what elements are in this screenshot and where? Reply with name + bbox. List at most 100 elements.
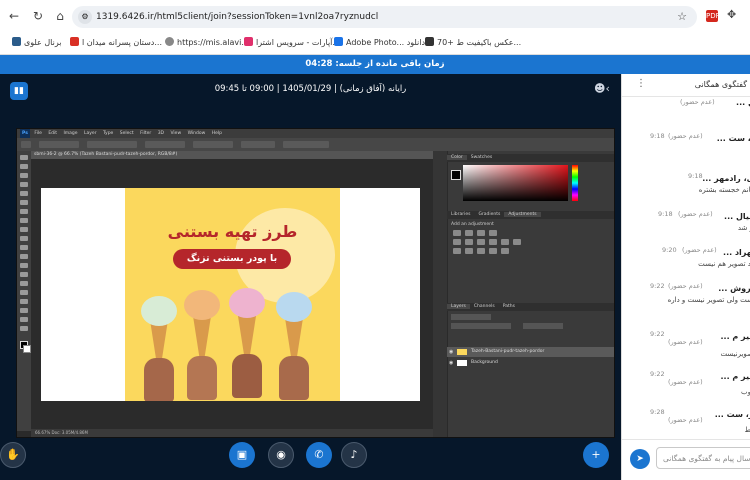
camera-off-button[interactable]: ◉ bbox=[268, 442, 294, 468]
hand-icon: ✋ bbox=[6, 448, 20, 461]
menu-item: Window bbox=[187, 131, 206, 136]
home-icon[interactable]: ⌂ bbox=[52, 8, 68, 24]
message-time: 9:22 bbox=[650, 370, 665, 378]
users-toggle-icon[interactable]: ☻‹ bbox=[594, 82, 610, 95]
adjustment-icon bbox=[465, 248, 473, 254]
bookmark-item[interactable]: Adobe Photo... دانلود bbox=[334, 36, 425, 50]
monitor-icon: ▣ bbox=[236, 448, 248, 461]
hand bbox=[144, 358, 174, 401]
message-text: هست ولی تصویر نیست و داره bbox=[667, 296, 750, 304]
tab-paths: Paths bbox=[502, 304, 515, 309]
send-button[interactable]: ➤ bbox=[630, 449, 650, 469]
ps-status-bar: 66.67% Doc: 3.05M/4.86M bbox=[31, 429, 433, 437]
back-arrow-icon[interactable]: ← bbox=[6, 8, 22, 24]
bookmark-favicon bbox=[334, 37, 343, 46]
message-author: ... فر، ست bbox=[714, 410, 750, 419]
message-status: (عدم حضور) bbox=[668, 338, 703, 346]
raise-hand-button[interactable]: ✋ bbox=[0, 442, 26, 468]
color-swatch bbox=[451, 170, 461, 180]
browser-toolbar: ← ↻ ⌂ ⚙ 1319.6426.ir/html5client/join?se… bbox=[0, 0, 750, 32]
chat-message: 9:28 (عدم حضور) ... فر، ست ط bbox=[622, 408, 750, 438]
lasso-tool-icon bbox=[20, 173, 28, 178]
actions-plus-button[interactable]: + bbox=[583, 442, 609, 468]
phone-icon: ✆ bbox=[314, 448, 324, 461]
menu-item: View bbox=[170, 131, 182, 136]
chat-message: 9:22 (عدم حضور) ... امیر م وب bbox=[622, 370, 750, 400]
message-time: 9:18 bbox=[688, 172, 703, 180]
poster-title: طرز تهیه بستنی bbox=[167, 222, 298, 241]
mic-mute-button[interactable]: ♪ bbox=[341, 442, 367, 468]
screenshare-view: Ps File Edit Image Layer Type Select Fil… bbox=[16, 128, 615, 438]
ps-option-chip bbox=[21, 141, 31, 148]
tab-swatches: Swatches bbox=[470, 155, 493, 160]
hand-tool-icon bbox=[20, 317, 28, 322]
chat-message: 9:18 (عدم حضور) ... فر، ست bbox=[622, 132, 750, 158]
bookmark-star-icon[interactable]: ☆ bbox=[677, 6, 687, 28]
bookmark-item[interactable]: 70+ عکس باکیفیت ط... bbox=[425, 36, 521, 50]
adjustment-icon bbox=[465, 239, 473, 245]
time-remaining: زمان باقی مانده از جلسه: 04:28 bbox=[305, 59, 445, 69]
eyedropper-tool-icon bbox=[20, 200, 28, 205]
message-author: ... سروش bbox=[718, 284, 750, 293]
reload-icon[interactable]: ↻ bbox=[30, 8, 46, 24]
marquee-tool-icon bbox=[20, 164, 28, 169]
eye-icon: ◉ bbox=[449, 349, 454, 355]
layer-thumbnail bbox=[457, 360, 467, 366]
meeting-title: رایانه (آفاق زمانی) | 1405/01/29 | 09:00… bbox=[214, 84, 407, 94]
hand bbox=[232, 354, 262, 398]
adjustment-icon bbox=[501, 239, 509, 245]
extensions-icon[interactable]: ✥ bbox=[727, 8, 736, 21]
layer-name: Background bbox=[471, 360, 498, 365]
chat-composer: ➤ ارسال پیام به گفتگوی همگانی bbox=[622, 439, 750, 480]
plus-icon: + bbox=[591, 448, 601, 461]
chat-message: 9:22 (عدم حضور) ... سروش هست ولی تصویر ن… bbox=[622, 282, 750, 312]
message-text: یاد تصویر هم نیست bbox=[698, 260, 750, 268]
chat-message: (عدم حضور) ... دانیال bbox=[622, 98, 750, 112]
scoop-mint bbox=[141, 296, 177, 326]
ps-menubar: Ps File Edit Image Layer Type Select Fil… bbox=[17, 129, 614, 138]
message-text: حانم خجسته بشتره bbox=[698, 186, 750, 194]
menu-item: Select bbox=[119, 131, 134, 136]
message-status: (عدم حضور) bbox=[678, 210, 713, 218]
ps-option-chip bbox=[241, 141, 275, 148]
bookmark-item[interactable]: برنال علوی bbox=[12, 36, 61, 50]
bookmark-item[interactable]: آپارات - سرویس اشترا... bbox=[244, 36, 340, 50]
scoop-orange bbox=[184, 290, 220, 320]
adjustment-icon bbox=[489, 239, 497, 245]
message-status: (عدم حضور) bbox=[680, 98, 715, 106]
camera-off-icon: ◉ bbox=[276, 448, 286, 461]
menu-item: Filter bbox=[140, 131, 152, 136]
share-screen-button[interactable]: ▣ bbox=[229, 442, 255, 468]
chat-message-input[interactable]: ارسال پیام به گفتگوی همگانی bbox=[656, 447, 750, 469]
hand bbox=[187, 356, 217, 400]
layer-row: ◉ Tazeh-Bastani-pudr-tazeh-pordor bbox=[447, 347, 614, 357]
message-text: صویرنیست bbox=[720, 350, 750, 358]
site-info-icon[interactable]: ⚙ bbox=[78, 10, 92, 24]
bookmark-item[interactable]: https://mis.alavi.ir bbox=[165, 36, 249, 50]
chat-header: ⋮ گفتگوی همگانی bbox=[622, 74, 750, 97]
healing-tool-icon bbox=[20, 209, 28, 214]
ps-option-chip bbox=[39, 141, 79, 148]
path-tool-icon bbox=[20, 299, 28, 304]
bookmark-item[interactable]: دستان پسرانه میدان ا... bbox=[70, 36, 162, 50]
message-author: ... دانیال bbox=[736, 98, 750, 107]
adjustment-icon bbox=[453, 230, 461, 236]
kebab-menu-icon[interactable]: ⋮ bbox=[636, 78, 646, 89]
menu-item: Layer bbox=[84, 131, 97, 136]
message-author: ... فر، ست bbox=[716, 134, 750, 143]
adjustment-icon bbox=[477, 248, 485, 254]
chat-message: 9:18 ... بهی، رادمهر حانم خجسته بشتره bbox=[622, 172, 750, 198]
poster-image: طرز تهیه بستنی با پودر بستنی تزنگ bbox=[125, 188, 340, 401]
message-status: (عدم حضور) bbox=[668, 416, 703, 424]
public-chat-panel: ⋮ گفتگوی همگانی (عدم حضور) ... دانیال 9:… bbox=[621, 74, 750, 480]
move-tool-icon bbox=[20, 155, 28, 160]
hand bbox=[279, 356, 309, 400]
stamp-tool-icon bbox=[20, 227, 28, 232]
tab-channels: Channels bbox=[473, 304, 495, 309]
adjust-hint: Add an adjustment bbox=[451, 222, 494, 227]
leave-audio-button[interactable]: ✆ bbox=[306, 442, 332, 468]
pdf-extension-icon[interactable]: PDF bbox=[706, 10, 720, 22]
address-bar[interactable]: ⚙ 1319.6426.ir/html5client/join?sessionT… bbox=[72, 6, 697, 28]
photoshop-logo-icon: Ps bbox=[20, 129, 30, 138]
layer-name: Tazeh-Bastani-pudr-tazeh-pordor bbox=[471, 349, 545, 354]
